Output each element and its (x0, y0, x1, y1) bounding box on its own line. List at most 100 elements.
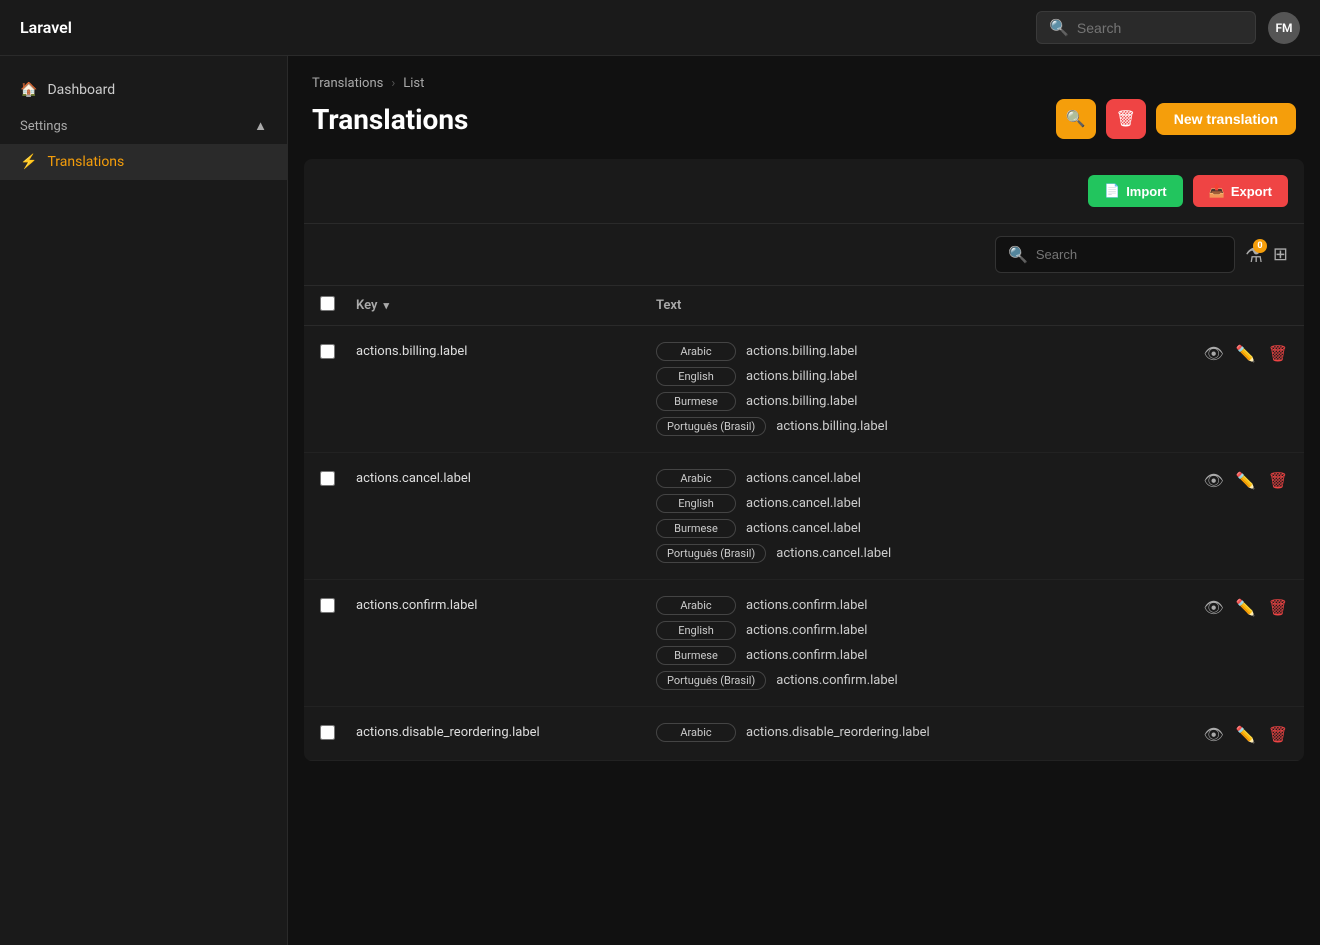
lang-badge: Arabic (656, 596, 736, 615)
home-icon: 🏠 (20, 82, 37, 98)
text-line: Arabic actions.disable_reordering.label (656, 723, 1195, 742)
row-checkbox-cell (320, 342, 356, 363)
breadcrumb-separator: › (391, 76, 395, 91)
row-checkbox[interactable] (320, 344, 335, 359)
view-icon[interactable]: 👁 (1203, 344, 1223, 363)
text-line: Português (Brasil) actions.confirm.label (656, 671, 1195, 690)
topnav: Laravel 🔍 FM (0, 0, 1320, 56)
row-key: actions.confirm.label (356, 596, 656, 613)
sidebar-item-dashboard[interactable]: 🏠 Dashboard (0, 72, 287, 108)
lang-badge: Burmese (656, 519, 736, 538)
lang-badge: Arabic (656, 723, 736, 742)
th-checkbox (320, 296, 356, 315)
table-search-input[interactable] (1036, 247, 1222, 262)
export-icon: 📤 (1209, 183, 1225, 199)
select-all-checkbox[interactable] (320, 296, 335, 311)
text-line: Arabic actions.confirm.label (656, 596, 1195, 615)
lang-badge: Português (Brasil) (656, 671, 766, 690)
search-icon: 🔍 (1049, 18, 1069, 37)
edit-icon[interactable]: ✏️ (1236, 598, 1256, 617)
translation-value: actions.billing.label (746, 394, 857, 409)
breadcrumb: Translations › List (288, 56, 1320, 99)
row-actions: 👁 ✏️ 🗑 (1203, 723, 1288, 744)
search-button[interactable]: 🔍 (1056, 99, 1096, 139)
page-title: Translations (312, 103, 468, 136)
row-checkbox[interactable] (320, 725, 335, 740)
sidebar: 🏠 Dashboard Settings ▲ ⚡ Translations (0, 56, 288, 945)
th-key[interactable]: Key ▾ (356, 298, 656, 313)
edit-icon[interactable]: ✏️ (1236, 344, 1256, 363)
table-row: actions.billing.label Arabic actions.bil… (304, 326, 1304, 453)
page-actions: 🔍 🗑 New translation (1056, 99, 1296, 139)
sidebar-item-translations[interactable]: ⚡ Translations (0, 144, 287, 180)
text-line: Burmese actions.confirm.label (656, 646, 1195, 665)
columns-icon: ⊞ (1273, 244, 1288, 265)
translation-value: actions.billing.label (746, 369, 857, 384)
export-label: Export (1231, 184, 1272, 199)
row-translations: Arabic actions.cancel.label English acti… (656, 469, 1195, 563)
translations-icon: ⚡ (20, 154, 37, 170)
view-icon[interactable]: 👁 (1203, 471, 1223, 490)
filter-button[interactable]: ⚗ 0 (1245, 243, 1263, 267)
table-row: actions.cancel.label Arabic actions.canc… (304, 453, 1304, 580)
row-checkbox-cell (320, 723, 356, 744)
row-checkbox-cell (320, 596, 356, 617)
columns-button[interactable]: ⊞ (1273, 244, 1288, 265)
delete-icon[interactable]: 🗑 (1268, 471, 1288, 490)
lang-badge: Português (Brasil) (656, 417, 766, 436)
translation-value: actions.cancel.label (746, 521, 861, 536)
row-checkbox[interactable] (320, 471, 335, 486)
filter-badge: 0 (1253, 239, 1267, 253)
import-button[interactable]: 📄 Import (1088, 175, 1183, 207)
export-button[interactable]: 📤 Export (1193, 175, 1288, 207)
text-line: English actions.cancel.label (656, 494, 1195, 513)
delete-icon[interactable]: 🗑 (1268, 344, 1288, 363)
text-line: Português (Brasil) actions.billing.label (656, 417, 1195, 436)
table-search[interactable]: 🔍 (995, 236, 1235, 273)
row-checkbox-cell (320, 469, 356, 490)
translation-value: actions.billing.label (776, 419, 887, 434)
row-translations: Arabic actions.disable_reordering.label (656, 723, 1195, 742)
table-search-icon: 🔍 (1008, 245, 1028, 264)
sidebar-dashboard-label: Dashboard (47, 82, 115, 98)
lang-badge: Burmese (656, 392, 736, 411)
th-text: Text (656, 298, 1288, 313)
delete-button[interactable]: 🗑 (1106, 99, 1146, 139)
topnav-right: 🔍 FM (1036, 11, 1300, 44)
avatar[interactable]: FM (1268, 12, 1300, 44)
view-icon[interactable]: 👁 (1203, 725, 1223, 744)
text-line: English actions.billing.label (656, 367, 1195, 386)
edit-icon[interactable]: ✏️ (1236, 725, 1256, 744)
row-actions: 👁 ✏️ 🗑 (1203, 469, 1288, 490)
delete-icon[interactable]: 🗑 (1268, 725, 1288, 744)
text-line: Arabic actions.billing.label (656, 342, 1195, 361)
table-row: actions.disable_reordering.label Arabic … (304, 707, 1304, 761)
global-search[interactable]: 🔍 (1036, 11, 1256, 44)
page-header: Translations 🔍 🗑 New translation (288, 99, 1320, 159)
sidebar-settings-section[interactable]: Settings ▲ (0, 108, 287, 144)
main-content: Translations › List Translations 🔍 🗑 New… (288, 56, 1320, 945)
edit-icon[interactable]: ✏️ (1236, 471, 1256, 490)
row-translations: Arabic actions.confirm.label English act… (656, 596, 1195, 690)
global-search-input[interactable] (1077, 20, 1243, 36)
sidebar-translations-label: Translations (47, 154, 124, 170)
row-key: actions.cancel.label (356, 469, 656, 486)
breadcrumb-current: List (403, 76, 424, 91)
row-checkbox[interactable] (320, 598, 335, 613)
translation-value: actions.disable_reordering.label (746, 725, 930, 740)
row-key: actions.billing.label (356, 342, 656, 359)
translation-value: actions.confirm.label (776, 673, 897, 688)
breadcrumb-parent[interactable]: Translations (312, 76, 383, 91)
row-translations: Arabic actions.billing.label English act… (656, 342, 1195, 436)
lang-badge: English (656, 494, 736, 513)
lang-badge: Arabic (656, 469, 736, 488)
translation-value: actions.confirm.label (746, 648, 867, 663)
translation-value: actions.billing.label (746, 344, 857, 359)
row-actions: 👁 ✏️ 🗑 (1203, 596, 1288, 617)
view-icon[interactable]: 👁 (1203, 598, 1223, 617)
new-translation-button[interactable]: New translation (1156, 103, 1296, 135)
sort-icon: ▾ (383, 299, 389, 312)
delete-icon[interactable]: 🗑 (1268, 598, 1288, 617)
translation-value: actions.confirm.label (746, 598, 867, 613)
table-body: actions.billing.label Arabic actions.bil… (304, 326, 1304, 761)
